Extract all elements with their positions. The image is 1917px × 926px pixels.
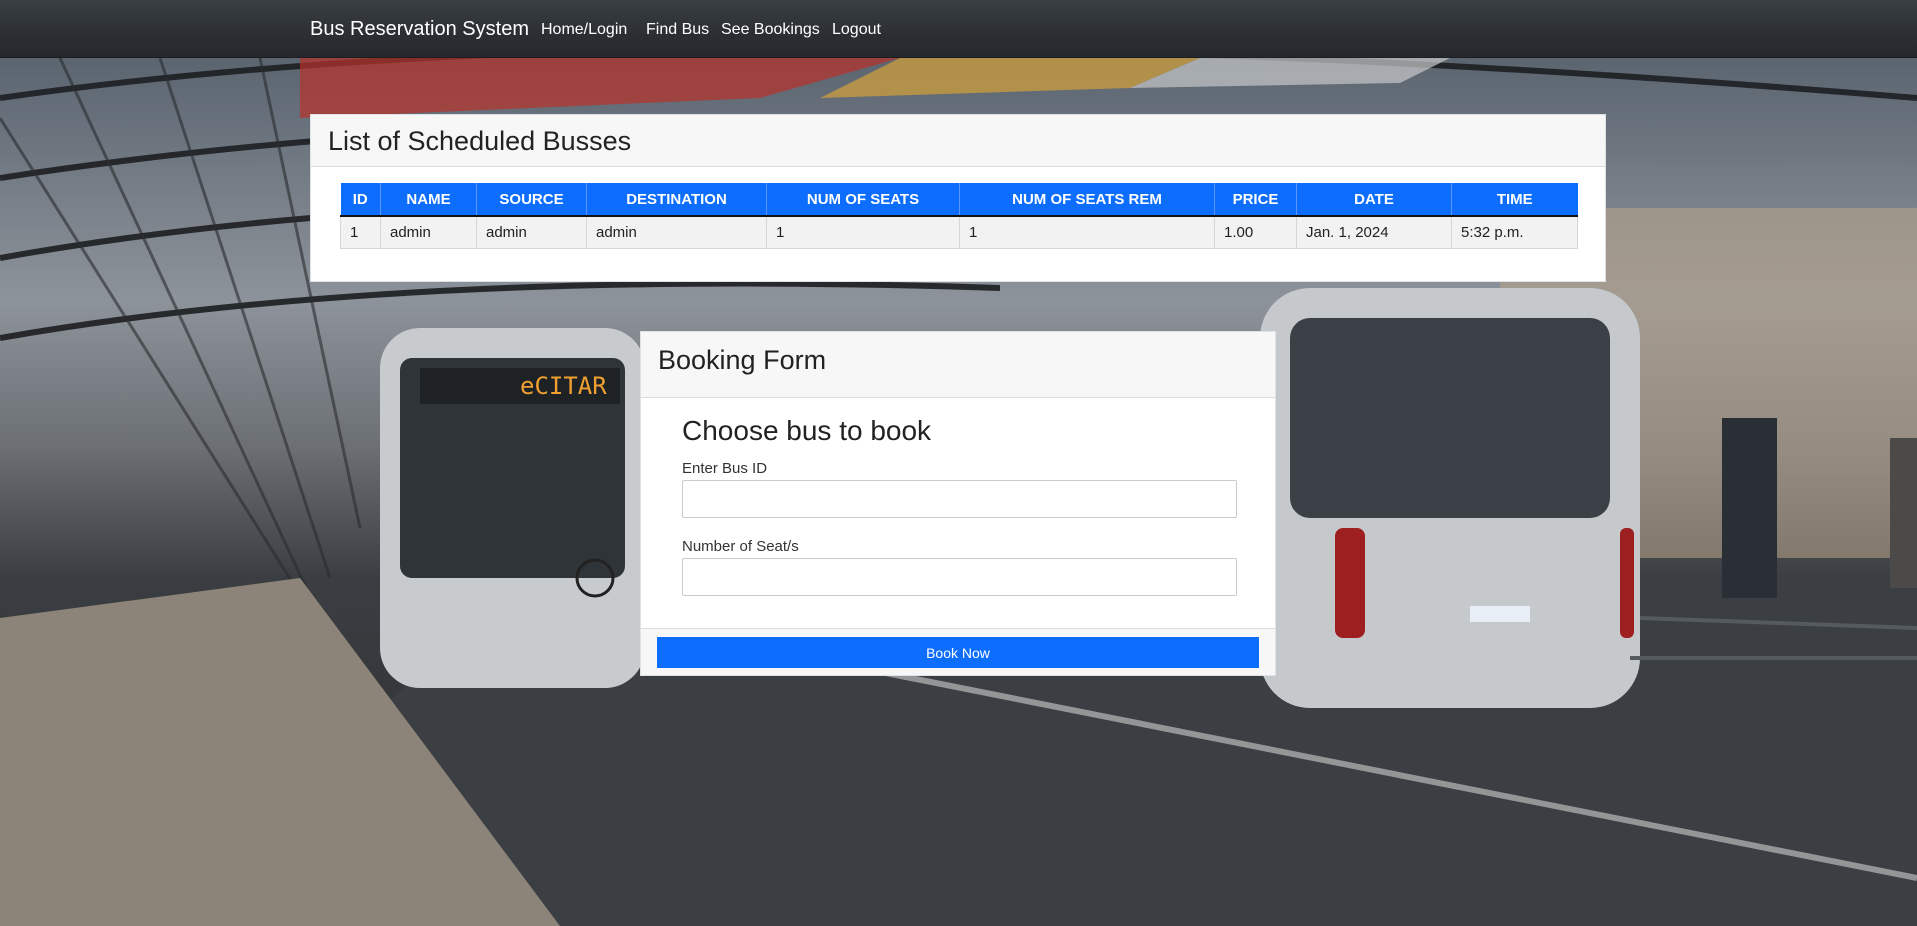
column-header-source: SOURCE bbox=[476, 183, 587, 217]
column-header-price: PRICE bbox=[1214, 183, 1297, 217]
cell-price: 1.00 bbox=[1214, 216, 1297, 249]
choose-bus-heading: Choose bus to book bbox=[682, 415, 932, 446]
cell-id: 1 bbox=[340, 216, 381, 249]
column-header-time: TIME bbox=[1451, 183, 1578, 217]
seats-input[interactable] bbox=[682, 558, 1237, 596]
bus-table: ID NAME SOURCE DESTINATION NUM OF SEATS … bbox=[340, 183, 1578, 249]
cell-source: admin bbox=[476, 216, 587, 249]
bus-list-card: List of Scheduled Busses ID NAME SOURCE … bbox=[310, 114, 1606, 282]
table-row: 1 admin admin admin 1 1 1.00 Jan. 1, 202… bbox=[340, 216, 1578, 249]
nav-link-logout[interactable]: Logout bbox=[832, 21, 881, 39]
booking-form-footer: Book Now bbox=[641, 628, 1275, 675]
cell-destination: admin bbox=[586, 216, 767, 249]
cell-num-of-seats: 1 bbox=[766, 216, 960, 249]
column-header-name: NAME bbox=[380, 183, 477, 217]
svg-text:eCITAR: eCITAR bbox=[520, 372, 607, 400]
column-header-id: ID bbox=[340, 183, 381, 217]
bus-id-input[interactable] bbox=[682, 480, 1237, 518]
column-header-num-of-seats: NUM OF SEATS bbox=[766, 183, 960, 217]
navbar: Bus Reservation System Home/Login Find B… bbox=[0, 0, 1917, 58]
nav-link-home-login[interactable]: Home/Login bbox=[541, 21, 627, 39]
bus-id-label: Enter Bus ID bbox=[682, 460, 768, 477]
booking-form-card: Booking Form Choose bus to book Enter Bu… bbox=[640, 331, 1276, 676]
table-header-row: ID NAME SOURCE DESTINATION NUM OF SEATS … bbox=[340, 183, 1578, 217]
cell-date: Jan. 1, 2024 bbox=[1296, 216, 1452, 249]
nav-link-find-bus[interactable]: Find Bus bbox=[646, 21, 709, 39]
bus-list-title: List of Scheduled Busses bbox=[311, 115, 1605, 167]
booking-form-title: Booking Form bbox=[641, 332, 1275, 398]
column-header-destination: DESTINATION bbox=[586, 183, 767, 217]
cell-num-of-seats-rem: 1 bbox=[959, 216, 1215, 249]
nav-link-see-bookings[interactable]: See Bookings bbox=[721, 21, 820, 39]
cell-time: 5:32 p.m. bbox=[1451, 216, 1578, 249]
brand-link[interactable]: Bus Reservation System bbox=[310, 18, 529, 41]
book-now-button[interactable]: Book Now bbox=[657, 637, 1259, 668]
seats-label: Number of Seat/s bbox=[682, 538, 799, 555]
column-header-num-of-seats-rem: NUM OF SEATS REM bbox=[959, 183, 1215, 217]
column-header-date: DATE bbox=[1296, 183, 1452, 217]
cell-name: admin bbox=[380, 216, 477, 249]
